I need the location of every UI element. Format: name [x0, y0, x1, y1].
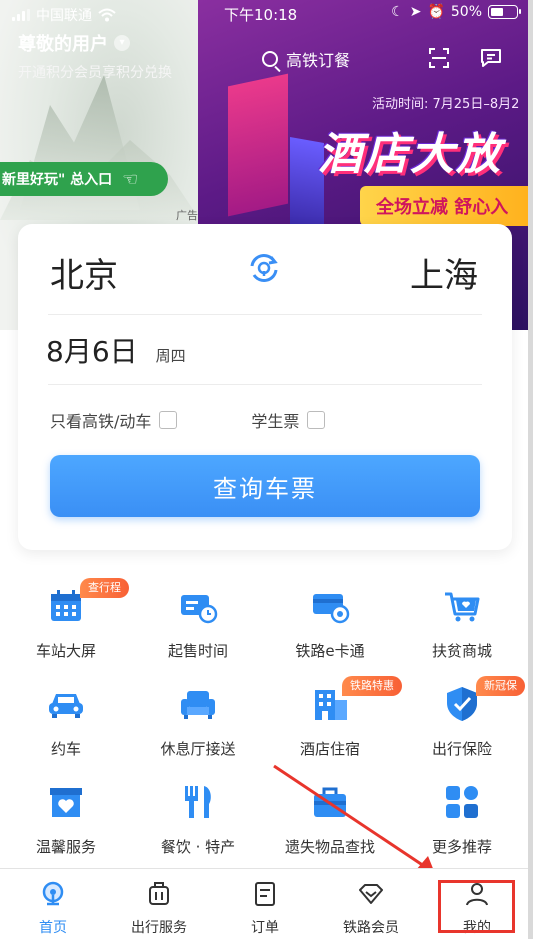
search-placeholder: 高铁订餐 [286, 51, 351, 70]
service-label: 扶贫商城 [431, 642, 492, 660]
student-ticket-option[interactable]: 学生票 [251, 408, 326, 432]
booking-card: 北京 上海 8月6日 周四 只看高铁/动车 学生票 查询车票 [18, 224, 512, 550]
student-ticket-label: 学生票 [251, 412, 300, 431]
service-label: 车站大屏 [35, 642, 96, 660]
annotation-highlight-box [438, 880, 515, 933]
service-station-screen[interactable]: 车站大屏 查行程 [0, 572, 132, 661]
building-art [228, 73, 288, 217]
moon-icon: ☾ [391, 4, 404, 20]
chevron-down-icon: ▾ [114, 35, 130, 51]
service-badge: 铁路特惠 [342, 676, 402, 696]
ad-tag: 广告 [176, 209, 198, 222]
service-hotel[interactable]: 酒店住宿 铁路特惠 [264, 670, 402, 759]
order-icon [255, 882, 275, 906]
car-icon [49, 694, 83, 718]
promo-title: 酒店大放 [318, 129, 502, 180]
member-hint: 开通积分会员享积分兑换 [18, 65, 172, 81]
service-label: 起售时间 [167, 642, 228, 660]
service-label: 酒店住宿 [299, 740, 360, 758]
pointing-hand-icon: ☜ [122, 168, 139, 190]
status-right: ☾ ➤ ⏰ 50% [391, 4, 521, 20]
query-tickets-button[interactable]: 查询车票 [50, 455, 480, 517]
service-row: 约车 休息厅接送 酒店住宿 铁路特惠 出行保险 新冠保 [0, 670, 528, 768]
divider [48, 314, 482, 315]
tab-travel-service[interactable]: 出行服务 [106, 877, 212, 937]
app-screen: 活动时间: 7月25日–8月2 酒店大放 全场立减 舒心入 新里好玩" 总入口 … [0, 0, 528, 939]
entry-label: 新里好玩" 总入口 [2, 172, 113, 188]
promo-slogan: 全场立减 舒心入 [376, 197, 509, 218]
search-icon [262, 51, 278, 67]
service-badge: 新冠保 [476, 676, 525, 696]
service-label: 休息厅接送 [160, 740, 236, 758]
user-name-row[interactable]: 尊敬的用户 ▾ [18, 30, 172, 56]
wifi-icon [98, 8, 116, 22]
tab-label: 铁路会员 [343, 920, 399, 936]
service-lounge[interactable]: 休息厅接送 [132, 670, 264, 759]
service-care[interactable]: 温馨服务 [0, 768, 132, 857]
user-block[interactable]: 尊敬的用户 ▾ 开通积分会员享积分兑换 [18, 30, 172, 82]
cart-icon [445, 592, 480, 622]
service-car[interactable]: 约车 [0, 670, 132, 759]
student-ticket-checkbox[interactable] [307, 411, 326, 429]
sofa-icon [181, 691, 215, 719]
home-rail-icon [42, 881, 64, 906]
travel-weekday: 周四 [155, 347, 186, 365]
battery-fill [491, 8, 503, 16]
service-label: 餐饮 · 特产 [160, 838, 236, 856]
service-ecard[interactable]: 铁路e卡通 [264, 572, 396, 661]
heart-box-icon [50, 788, 82, 817]
tab-membership[interactable]: 铁路会员 [318, 877, 424, 937]
to-city[interactable]: 上海 [410, 248, 478, 297]
service-label: 约车 [50, 740, 81, 758]
gaotie-only-option[interactable]: 只看高铁/动车 [50, 408, 178, 432]
carrier-name: 中国联通 [36, 8, 92, 24]
status-bar: 中国联通 下午10:18 ☾ ➤ ⏰ 50% [0, 0, 528, 28]
tab-home[interactable]: 首页 [0, 877, 106, 937]
diamond-icon [359, 884, 383, 904]
date-picker[interactable]: 8月6日 周四 [46, 330, 186, 370]
search-input[interactable]: 高铁订餐 [252, 42, 410, 76]
carrier-info: 中国联通 [12, 5, 116, 25]
location-arrow-icon: ➤ [409, 4, 422, 20]
service-label: 铁路e卡通 [295, 642, 365, 660]
battery-icon [488, 5, 521, 19]
service-label: 出行保险 [431, 740, 492, 758]
service-insurance[interactable]: 出行保险 新冠保 [396, 670, 528, 759]
message-icon[interactable] [480, 48, 502, 68]
ticket-clock-icon [181, 595, 218, 624]
service-label: 温馨服务 [35, 838, 96, 856]
dining-icon [185, 786, 211, 818]
service-mall[interactable]: 扶贫商城 [396, 572, 528, 661]
user-name: 尊敬的用户 [18, 34, 108, 55]
clock: 下午10:18 [224, 6, 298, 24]
service-row: 车站大屏 查行程 起售时间 铁路e卡通 扶贫商城 [0, 572, 528, 670]
scan-icon[interactable] [429, 48, 449, 68]
ticket-options: 只看高铁/动车 学生票 [50, 408, 326, 432]
luggage-icon [149, 882, 169, 905]
travel-date: 8月6日 [46, 335, 138, 368]
promo-date: 活动时间: 7月25日–8月2 [372, 97, 520, 112]
from-city[interactable]: 北京 [50, 248, 118, 297]
screen-edge [528, 0, 533, 939]
service-sale-time[interactable]: 起售时间 [132, 572, 264, 661]
alarm-icon: ⏰ [427, 4, 445, 20]
signal-icon [12, 9, 30, 21]
tab-orders[interactable]: 订单 [212, 877, 318, 937]
battery-percent: 50% [450, 4, 482, 20]
activity-entry-button[interactable]: 新里好玩" 总入口 ☜ [0, 162, 168, 196]
gaotie-only-checkbox[interactable] [159, 411, 178, 429]
divider [48, 384, 482, 385]
service-dining[interactable]: 餐饮 · 特产 [132, 768, 264, 857]
tab-label: 订单 [251, 920, 279, 936]
ecard-icon [313, 594, 350, 624]
tab-label: 首页 [39, 920, 67, 936]
service-badge: 查行程 [80, 578, 129, 598]
city-row: 北京 上海 [18, 224, 512, 314]
tab-label: 出行服务 [131, 920, 187, 936]
swap-cities-icon[interactable] [246, 250, 282, 286]
gaotie-only-label: 只看高铁/动车 [50, 412, 152, 431]
